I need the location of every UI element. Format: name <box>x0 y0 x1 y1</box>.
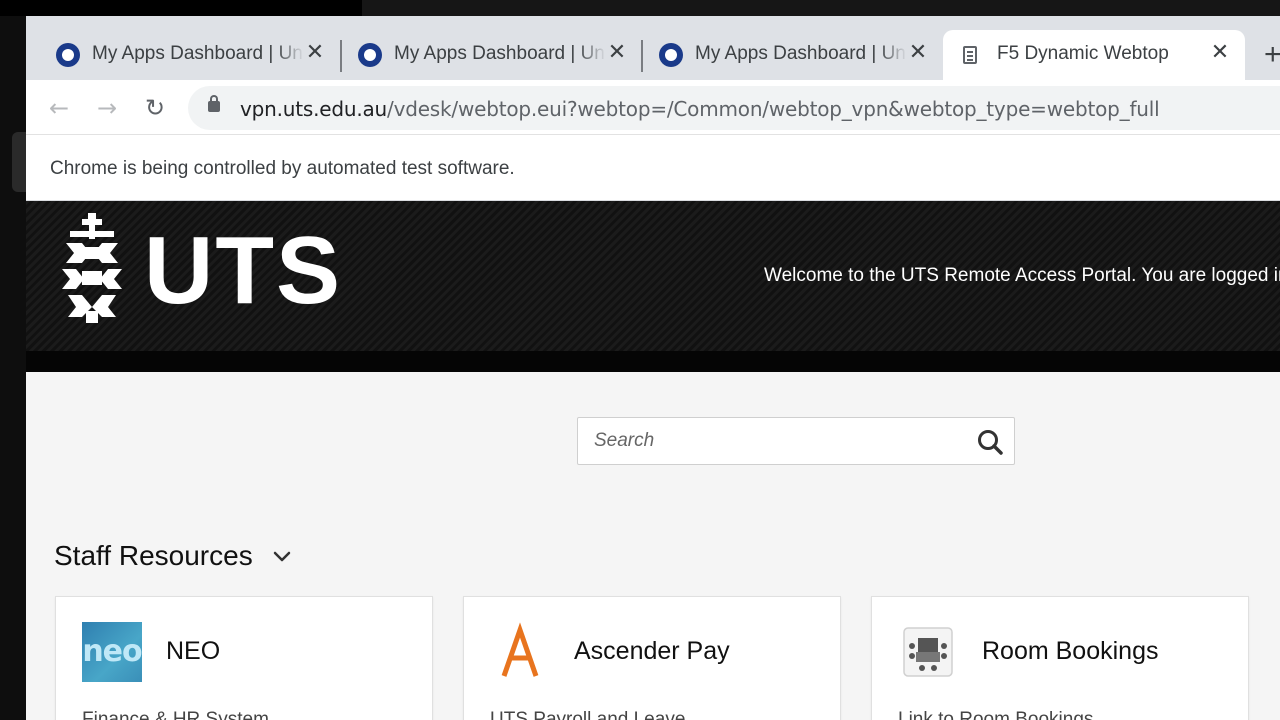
search-input[interactable] <box>578 418 958 464</box>
section-title[interactable]: Staff Resources <box>54 540 253 572</box>
close-icon[interactable]: ✕ <box>907 42 929 64</box>
browser-window: My Apps Dashboard | University ✕ My Apps… <box>26 16 1280 720</box>
close-icon[interactable]: ✕ <box>1209 42 1231 64</box>
url-host: vpn.uts.edu.au <box>240 97 388 121</box>
neo-logo-icon: neo <box>82 622 143 682</box>
app-card-neo[interactable]: neo NEO Finance & HR System <box>55 596 433 720</box>
tab-my-apps-1[interactable]: My Apps Dashboard | University ✕ <box>26 30 340 80</box>
card-title: NEO <box>166 637 221 665</box>
tab-title: My Apps Dashboard | University <box>695 43 905 64</box>
ring-icon <box>56 43 80 67</box>
tab-f5-dynamic-webtop[interactable]: F5 Dynamic Webtop ✕ <box>943 30 1245 80</box>
uts-crest-icon <box>62 213 122 323</box>
close-icon[interactable]: ✕ <box>606 42 628 64</box>
side-handle <box>12 132 26 192</box>
new-tab-icon[interactable]: + <box>1264 40 1280 70</box>
url-text[interactable]: vpn.uts.edu.au/vdesk/webtop.eui?webtop=/… <box>240 97 1160 121</box>
card-title: Ascender Pay <box>574 637 730 665</box>
app-card-ascender-pay[interactable]: Ascender Pay UTS Payroll and Leave <box>463 596 841 720</box>
tab-my-apps-2[interactable]: My Apps Dashboard | University ✕ <box>328 30 642 80</box>
uts-logo-text: UTS <box>144 217 342 324</box>
room-bookings-icon <box>903 627 953 677</box>
chevron-down-icon[interactable] <box>270 544 294 568</box>
screen: My Apps Dashboard | University ✕ My Apps… <box>0 0 1280 720</box>
close-icon[interactable]: ✕ <box>304 42 326 64</box>
card-description: Link to Room Bookings <box>898 709 1094 720</box>
desktop-edge <box>0 16 26 720</box>
infobar-text: Chrome is being controlled by automated … <box>50 158 515 179</box>
search-icon[interactable] <box>976 428 1004 456</box>
app-card-room-bookings[interactable]: Room Bookings Link to Room Bookings <box>871 596 1249 720</box>
desktop-strip <box>0 0 362 16</box>
tab-title: My Apps Dashboard | University <box>92 43 302 64</box>
card-title: Room Bookings <box>982 637 1159 665</box>
tab-title: F5 Dynamic Webtop <box>997 43 1169 64</box>
tab-fade <box>276 43 304 67</box>
webtop-main: Staff Resources neo NEO Finance & HR Sys… <box>26 372 1280 720</box>
portal-banner: UTS Welcome to the UTS Remote Access Por… <box>26 201 1280 372</box>
reload-icon[interactable]: ↻ <box>140 93 170 123</box>
document-icon <box>963 46 977 64</box>
tab-my-apps-3[interactable]: My Apps Dashboard | University ✕ <box>629 30 943 80</box>
ring-icon <box>659 43 683 67</box>
card-description: Finance & HR System <box>82 709 269 720</box>
back-arrow-icon[interactable]: ← <box>44 93 74 123</box>
tab-fade <box>578 43 606 67</box>
browser-toolbar: ← → ↻ vpn.uts.edu.au/vdesk/webtop.eui?we… <box>26 80 1280 135</box>
tab-strip: My Apps Dashboard | University ✕ My Apps… <box>26 16 1280 80</box>
desktop-strip <box>362 0 1280 16</box>
card-description: UTS Payroll and Leave <box>490 709 686 720</box>
tab-fade <box>879 43 907 67</box>
url-path: /vdesk/webtop.eui?webtop=/Common/webtop_… <box>387 97 1160 121</box>
lock-icon[interactable] <box>208 95 220 112</box>
ascender-logo-icon <box>501 622 539 677</box>
forward-arrow-icon[interactable]: → <box>92 93 122 123</box>
automation-infobar: Chrome is being controlled by automated … <box>26 136 1280 201</box>
tab-title: My Apps Dashboard | University <box>394 43 604 64</box>
banner-base <box>26 351 1280 372</box>
address-bar[interactable]: vpn.uts.edu.au/vdesk/webtop.eui?webtop=/… <box>188 86 1280 130</box>
ring-icon <box>358 43 382 67</box>
welcome-message: Welcome to the UTS Remote Access Portal.… <box>764 265 1280 286</box>
search-box <box>577 417 1015 465</box>
